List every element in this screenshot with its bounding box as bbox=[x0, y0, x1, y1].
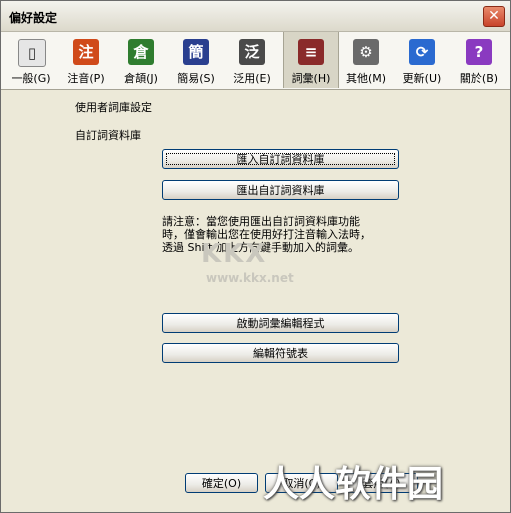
zhuyin-icon: 注 bbox=[73, 39, 99, 65]
tab-label: 詞彙(H) bbox=[291, 72, 331, 85]
kkx-watermark-url: www.kkx.net bbox=[206, 271, 294, 285]
import-database-button[interactable]: 匯入自訂詞資料庫 bbox=[162, 149, 399, 169]
ok-button[interactable]: 確定(O) bbox=[185, 473, 258, 493]
preferences-window: 偏好設定 ✕ ▯ 一般(G) 注注音(P) 倉倉頡(J) 簡簡易(S) 泛泛用(E) ≡ 詞彙… bbox=[0, 0, 511, 513]
tab-about[interactable]: ? 關於(B) bbox=[452, 32, 506, 88]
tab-cangjie[interactable]: 倉倉頡(J) bbox=[114, 32, 168, 88]
note-line-1: 請注意：當您使用匯出自訂詞資料庫功能 bbox=[162, 215, 360, 228]
tab-label: 泛用(E) bbox=[233, 72, 271, 85]
cangjie-icon: 倉 bbox=[128, 39, 154, 65]
tab-label: 一般(G) bbox=[11, 72, 51, 85]
tab-database[interactable]: ≡ 詞彙(H) bbox=[283, 32, 339, 88]
tab-label: 倉頡(J) bbox=[124, 72, 158, 85]
export-note: 請注意：當您使用匯出自訂詞資料庫功能 時，僅會輸出您在使用好打注音輸入法時， 透… bbox=[162, 215, 402, 254]
brand-watermark: 人人软件园 bbox=[263, 464, 444, 505]
database-icon: ≡ bbox=[298, 39, 324, 65]
launch-editor-button[interactable]: 啟動詞彙編輯程式 bbox=[162, 313, 399, 333]
generic-icon: 泛 bbox=[239, 39, 265, 65]
kkx-watermark: KKX bbox=[201, 239, 268, 269]
export-database-button[interactable]: 匯出自訂詞資料庫 bbox=[162, 180, 399, 200]
tab-zhuyin[interactable]: 注注音(P) bbox=[59, 32, 113, 88]
note-line-2: 時，僅會輸出您在使用好打注音輸入法時， bbox=[162, 228, 371, 241]
subsection-title: 自訂詞資料庫 bbox=[75, 129, 141, 142]
title-bar: 偏好設定 ✕ bbox=[1, 1, 510, 32]
tab-label: 其他(M) bbox=[345, 72, 387, 85]
preferences-toolbar: ▯ 一般(G) 注注音(P) 倉倉頡(J) 簡簡易(S) 泛泛用(E) ≡ 詞彙(H) ⚙ 其他(… bbox=[1, 32, 510, 90]
simple-icon: 簡 bbox=[183, 39, 209, 65]
close-button[interactable]: ✕ bbox=[483, 6, 505, 27]
tab-simple[interactable]: 簡簡易(S) bbox=[169, 32, 223, 88]
general-icon: ▯ bbox=[18, 39, 46, 67]
tab-gear[interactable]: ⚙ 其他(M) bbox=[339, 32, 393, 88]
section-title: 使用者詞庫設定 bbox=[75, 101, 152, 114]
update-icon: ⟳ bbox=[409, 39, 435, 65]
tab-label: 關於(B) bbox=[459, 72, 499, 85]
tab-general[interactable]: ▯ 一般(G) bbox=[4, 32, 58, 88]
window-title: 偏好設定 bbox=[9, 11, 58, 25]
about-icon: ? bbox=[466, 39, 492, 65]
content-panel: 使用者詞庫設定 自訂詞資料庫 匯入自訂詞資料庫 匯出自訂詞資料庫 bbox=[1, 90, 510, 512]
tab-label: 更新(U) bbox=[402, 72, 442, 85]
tab-label: 簡易(S) bbox=[177, 72, 215, 85]
tab-generic[interactable]: 泛泛用(E) bbox=[225, 32, 279, 88]
tab-label: 注音(P) bbox=[67, 72, 105, 85]
tab-update[interactable]: ⟳ 更新(U) bbox=[395, 32, 449, 88]
note-line-3: 透過 Shift 加上方向鍵手動加入的詞彙。 bbox=[162, 241, 359, 254]
gear-icon: ⚙ bbox=[353, 39, 379, 65]
edit-symbol-table-button[interactable]: 編輯符號表 bbox=[162, 343, 399, 363]
